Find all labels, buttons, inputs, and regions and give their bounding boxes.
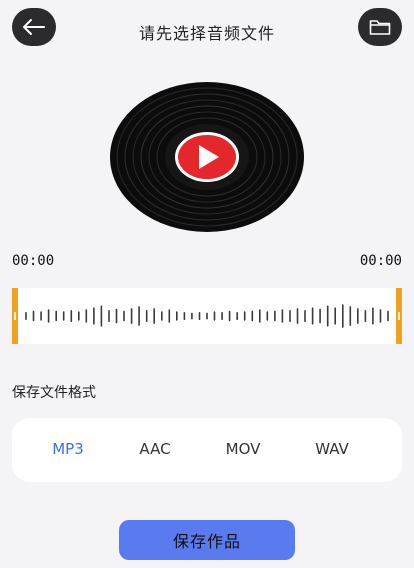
format-option-wav[interactable]: WAV (297, 440, 367, 458)
format-option-aac[interactable]: AAC (120, 440, 190, 458)
open-folder-button[interactable] (358, 8, 402, 46)
waveform-trimmer[interactable] (12, 288, 402, 344)
vinyl-record (110, 82, 304, 232)
format-option-mov[interactable]: MOV (208, 440, 278, 458)
format-option-mp3[interactable]: MP3 (33, 440, 103, 458)
format-section-label: 保存文件格式 (12, 385, 96, 401)
save-work-button[interactable]: 保存作品 (119, 520, 295, 560)
format-selector: MP3 AAC MOV WAV (12, 418, 402, 482)
start-time: 00:00 (12, 253, 55, 269)
trim-end-handle[interactable] (396, 288, 402, 344)
end-time: 00:00 (359, 253, 402, 269)
waveform (25, 304, 389, 328)
folder-icon (369, 20, 391, 35)
page-title: 请先选择音频文件 (138, 24, 275, 43)
trim-start-handle[interactable] (12, 288, 18, 344)
top-bar: 请先选择音频文件 (0, 0, 414, 62)
